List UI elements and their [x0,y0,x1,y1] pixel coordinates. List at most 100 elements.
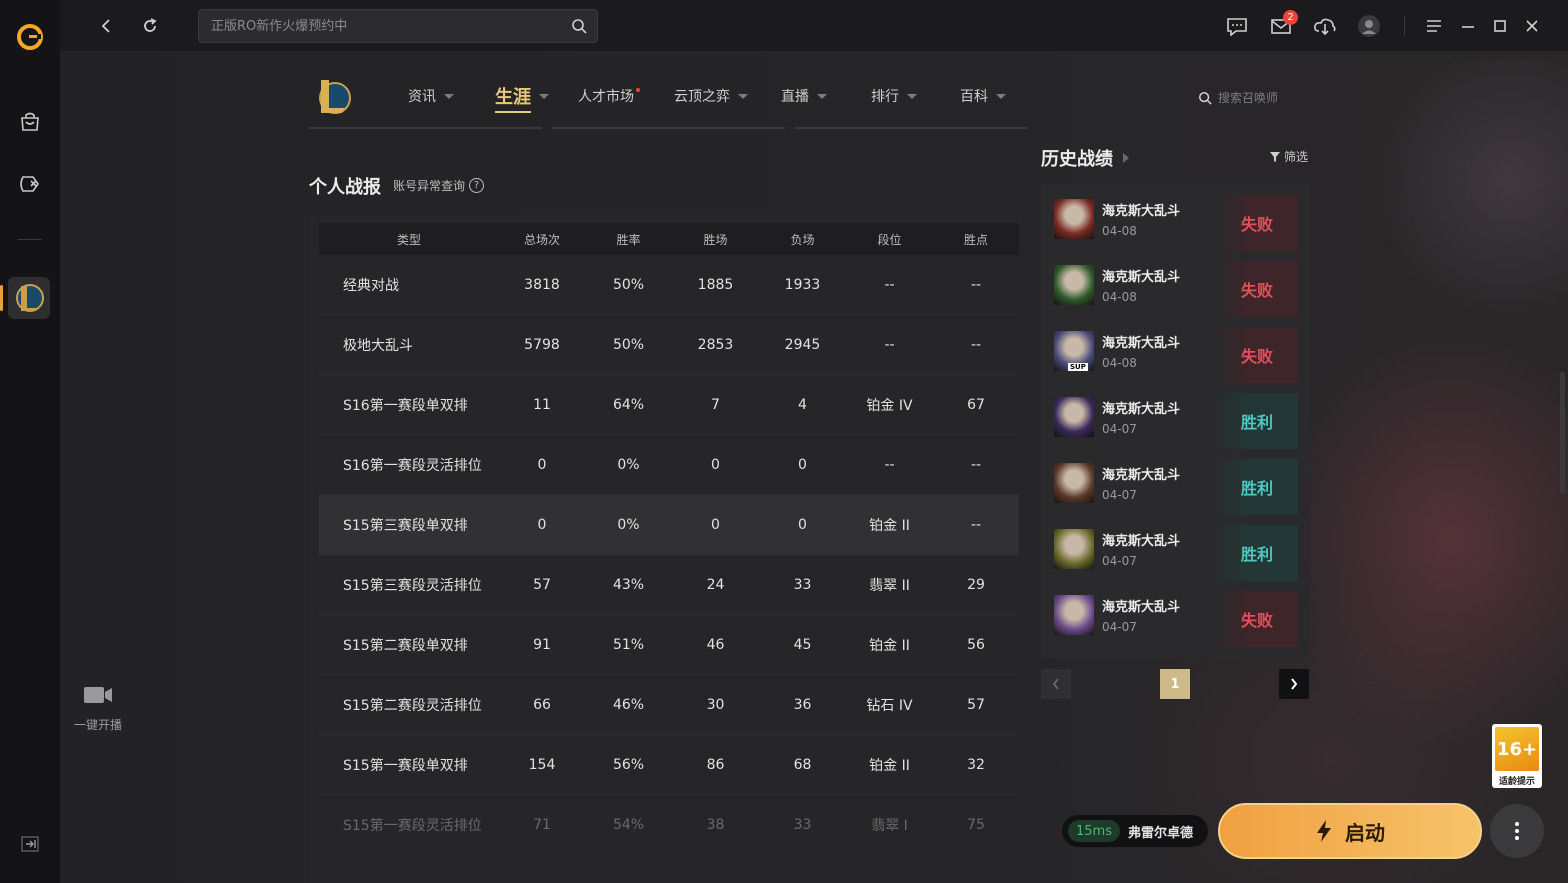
table-row: S15第二赛段灵活排位 66 46% 30 36 钻石 IV 57 [319,675,1019,735]
table-cell: 30 [706,696,725,713]
match-item[interactable]: 海克斯大乱斗 04-08 失败 [1046,189,1304,251]
match-item[interactable]: 海克斯大乱斗 04-07 胜利 [1046,519,1304,581]
row-type: S15第一赛段灵活排位 [343,817,482,834]
help-icon[interactable]: ? [469,178,485,193]
download-icon[interactable] [1313,14,1337,38]
match-mode: 海克斯大乱斗 [1102,204,1181,219]
match-date: 04-08 [1102,290,1137,304]
table-row: S15第一赛段单双排 154 56% 86 68 铂金 II 32 [319,735,1019,795]
refresh-icon[interactable] [138,14,162,38]
table-cell: 43% [612,576,645,593]
table-cell: -- [884,456,895,473]
table-cell: 0 [537,456,547,473]
table-cell: 翡翠 I [871,817,908,834]
match-info: 海克斯大乱斗 04-07 [1102,464,1222,502]
user-avatar[interactable] [1357,14,1381,38]
match-history-title[interactable]: 历史战绩 [1041,145,1129,171]
table-cell: 46 [706,636,725,653]
table-row: S15第三赛段单双排 0 0% 0 0 铂金 II -- [319,495,1019,555]
match-date: 04-07 [1102,422,1137,436]
table-row: 极地大乱斗 5798 50% 2853 2945 -- -- [319,315,1019,375]
page-number[interactable]: 1 [1160,669,1190,699]
table-cell: -- [970,276,982,293]
match-item[interactable]: 海克斯大乱斗 04-07 失败 [1046,585,1304,647]
row-type: 经典对战 [343,277,399,294]
champion-avatar: SUP [1054,331,1094,371]
champion-avatar [1054,265,1094,305]
search-icon[interactable] [571,18,587,34]
app-logo-icon[interactable] [15,22,45,52]
table-cell: 29 [967,576,985,593]
table-cell: -- [970,456,982,473]
table-cell: 36 [793,696,812,713]
lightning-icon [1317,820,1331,842]
one-click-live-button[interactable]: 一键开播 [68,684,128,733]
table-cell: 56 [967,636,985,653]
nav-divider-line [795,127,1028,129]
global-search[interactable] [198,9,598,43]
server-selector[interactable]: 15ms 弗雷尔卓德 [1062,815,1208,847]
tab-career[interactable]: 生涯 [495,83,549,113]
chevron-left-icon [1052,678,1059,690]
chat-icon[interactable] [1225,14,1249,38]
more-options-button[interactable] [1490,804,1544,858]
match-item[interactable]: SUP 海克斯大乱斗 04-08 失败 [1046,321,1304,383]
launch-button[interactable]: 启动 [1218,803,1482,859]
game-library-icon[interactable] [14,168,46,200]
row-type: S16第一赛段灵活排位 [343,457,482,474]
match-item[interactable]: 海克斯大乱斗 04-08 失败 [1046,255,1304,317]
match-result: 失败 [1216,327,1298,383]
table-cell: 翡翠 II [869,577,910,594]
table-cell: 1885 [697,276,734,293]
tab-ranking[interactable]: 排行 [871,86,917,106]
tab-live[interactable]: 直播 [781,86,827,106]
filter-button[interactable]: 筛选 [1270,148,1308,165]
tab-wiki[interactable]: 百科 [960,86,1006,106]
tab-tft[interactable]: 云顶之弈 [674,86,748,106]
global-search-input[interactable] [199,10,549,42]
table-row: S16第一赛段单双排 11 64% 7 4 铂金 IV 67 [319,375,1019,435]
live-label: 一键开播 [73,718,122,732]
menu-icon[interactable] [1422,14,1446,38]
scrollbar[interactable] [1560,372,1565,494]
age-rating-badge[interactable]: 16+ 适龄提示 [1492,724,1542,788]
match-info: 海克斯大乱斗 04-08 [1102,332,1222,370]
next-page-button[interactable] [1279,669,1309,699]
back-icon[interactable] [94,14,118,38]
filter-icon [1270,151,1280,162]
tab-talent-market[interactable]: 人才市场 [578,86,640,106]
table-cell: 3818 [524,276,560,293]
table-cell: 5798 [524,336,560,353]
match-date: 04-07 [1102,620,1137,634]
tab-news[interactable]: 资讯 [408,86,454,106]
lol-logo[interactable] [313,74,351,118]
prev-page-button[interactable] [1041,669,1071,699]
store-bag-icon[interactable] [14,106,46,138]
left-sidebar [0,0,60,883]
match-item[interactable]: 海克斯大乱斗 04-07 胜利 [1046,453,1304,515]
match-mode: 海克斯大乱斗 [1102,600,1181,615]
summoner-search-placeholder: 搜索召唤师 [1218,91,1279,105]
match-mode: 海克斯大乱斗 [1102,534,1181,549]
table-cell: 71 [533,816,551,833]
match-info: 海克斯大乱斗 04-07 [1102,530,1222,568]
row-type: 极地大乱斗 [343,337,413,354]
row-type: S15第二赛段单双排 [343,637,468,654]
ping-value: 15ms [1068,820,1120,842]
summoner-search[interactable]: 搜索召唤师 [1198,89,1278,106]
minimize-icon[interactable] [1456,14,1480,38]
match-item[interactable]: 海克斯大乱斗 04-07 胜利 [1046,387,1304,449]
chevron-down-icon [539,93,549,99]
close-icon[interactable] [1520,14,1544,38]
expand-sidebar-icon[interactable] [20,835,40,853]
table-cell: 0% [617,456,640,473]
table-cell: 68 [793,756,812,773]
chevron-down-icon [444,93,454,99]
maximize-icon[interactable] [1488,14,1512,38]
chevron-right-icon [1291,678,1298,690]
table-cell: 66 [533,696,551,713]
table-cell: 91 [533,636,551,653]
account-anomaly-link[interactable]: 账号异常查询 ? [393,177,485,194]
match-mode: 海克斯大乱斗 [1102,468,1181,483]
sidebar-item-lol[interactable] [8,277,50,319]
